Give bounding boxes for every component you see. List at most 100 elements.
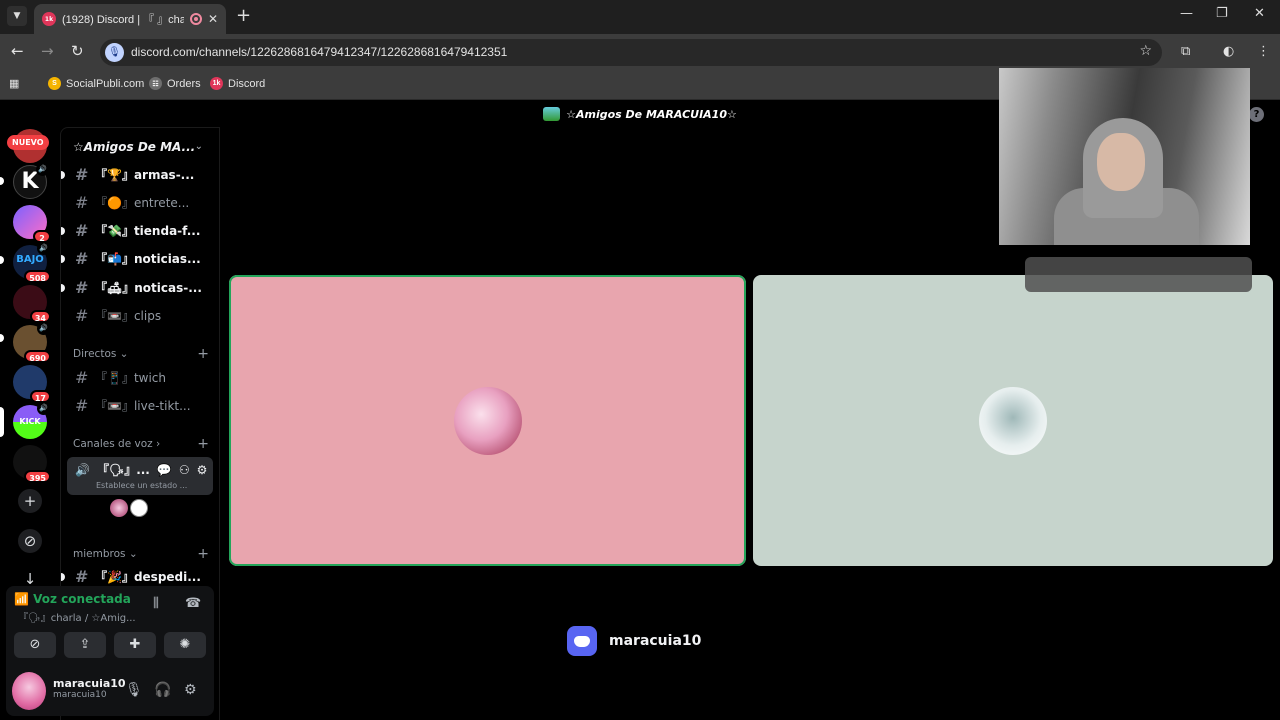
channel-noticias[interactable]: # 『📬』noticias... [61,246,215,270]
channel-twich[interactable]: # 『📱』twich [75,365,215,389]
server-icon-red[interactable]: 34 [13,285,51,323]
profile-icon[interactable]: ◐ [1223,44,1234,59]
add-channel-icon[interactable]: + [197,347,209,361]
discover-compass-icon[interactable]: ⊘ [18,529,42,553]
disconnect-icon[interactable]: ☎ [185,596,201,611]
voice-status-text[interactable]: Establece un estado ... [96,481,187,490]
server-icon-game[interactable]: 17 [13,365,51,403]
participant-tile[interactable] [753,275,1273,566]
channel-clips[interactable]: # 『📼』clips [75,303,215,327]
webcam-person-face [1097,133,1145,191]
restore-window-icon[interactable]: ❐ [1216,6,1228,21]
close-window-icon[interactable]: ✕ [1254,6,1265,21]
chat-icon[interactable]: 💬 [157,463,172,477]
category-directos[interactable]: Directos ⌄ + [73,347,209,361]
apps-grid-icon[interactable]: ▦ [9,77,19,90]
user-avatar[interactable] [12,672,46,710]
unread-indicator [61,171,65,179]
recording-indicator-icon [189,13,202,25]
chevron-down-icon[interactable]: ⌄ [195,141,203,152]
hash-icon: # [75,277,89,297]
bookmark-orders[interactable]: ☷ Orders [149,77,201,90]
username[interactable]: maracuia10 [53,677,126,690]
hash-icon: # [75,248,89,268]
voice-location[interactable]: 『🗣』charla / ☆Amig... [18,609,136,624]
mention-badge: 690 [24,350,51,363]
add-channel-icon[interactable]: + [197,547,209,561]
channel-label: 『🟠』entrete... [95,195,190,210]
stream-info: maracuia10 [567,626,701,656]
back-arrow-icon[interactable]: ← [11,42,24,60]
settings-gear-icon[interactable]: ⚙ [197,463,208,477]
new-badge: NUEVO [7,135,49,150]
share-screen-button[interactable]: ⇪ [64,632,106,658]
add-channel-icon[interactable]: + [197,437,209,451]
invite-icon[interactable]: ⚇ [179,463,190,477]
channel-live-tiktok[interactable]: # 『📼』live-tikt... [75,393,215,417]
channel-noticas[interactable]: # 『🛋』noticas-... [61,275,215,299]
stream-overlay-bar [1025,257,1252,292]
server-icon-twitch-kick[interactable]: KICK 🔊 [13,402,50,439]
user-settings-gear-icon[interactable]: ⚙ [184,682,197,698]
microphone-in-use-icon[interactable]: 🎙 [105,43,124,62]
address-bar[interactable]: 🎙 discord.com/channels/12262868164794123… [100,39,1162,66]
hash-icon: # [75,164,89,184]
tab-search-dropdown-icon[interactable]: ▼ [7,6,27,26]
activities-button[interactable]: ✚ [114,632,156,658]
mention-badge: 34 [29,310,51,323]
camera-off-button[interactable]: ⊘ [14,632,56,658]
microphone-icon[interactable]: 🎙 [125,682,143,698]
help-icon[interactable]: ? [1249,107,1264,122]
bookmark-star-icon[interactable]: ☆ [1139,43,1152,59]
browser-tab-bar: ▼ 1k (1928) Discord | 『 』charla ✕ + — ❐ … [0,0,1280,34]
server-icon-photo[interactable]: 🔊 690 [13,322,51,363]
hash-icon: # [75,367,89,387]
minimize-window-icon[interactable]: — [1180,6,1193,21]
signal-icon: 📶 [14,592,29,606]
channel-entretenimiento[interactable]: # 『🟠』entrete... [75,190,215,214]
discord-favicon-icon: 1k [42,12,56,26]
avatar[interactable] [110,499,128,517]
close-tab-icon[interactable]: ✕ [208,12,218,26]
streamer-name: maracuia10 [609,633,702,649]
category-miembros[interactable]: miembros ⌄ + [73,547,209,561]
voice-channel-charla[interactable]: 🔊 『🗣』... 💬 ⚇ ⚙ Establece un estado ... [67,457,213,495]
forward-arrow-icon[interactable]: → [41,42,54,60]
new-tab-icon[interactable]: + [236,6,251,26]
channel-armas[interactable]: # 『🏆』armas-... [61,162,215,186]
avatar [453,386,522,455]
noise-suppression-icon[interactable]: ⫼ [153,596,159,611]
server-icon-dark[interactable]: 395 [13,445,51,483]
reload-icon[interactable]: ↻ [71,42,84,60]
unread-indicator [61,227,65,235]
voice-connected-status[interactable]: 📶 Voz conectada [14,592,131,606]
speaker-icon: 🔊 [36,163,49,176]
category-voice[interactable]: Canales de voz › + [73,437,209,451]
bookmark-socialpubli[interactable]: S SocialPubli.com [48,77,144,90]
soundboard-button[interactable]: ✺ [164,632,206,658]
bookmark-discord[interactable]: 1k Discord [210,77,265,90]
hash-icon: # [75,395,89,415]
channel-tienda[interactable]: # 『💸』tienda-f... [61,218,215,242]
participant-tile-speaking[interactable] [229,275,746,566]
speaker-icon: 🔊 [37,322,50,335]
avatar[interactable] [130,499,148,517]
user-tag: maracuia10 [53,690,107,700]
voice-channel-users [110,499,148,517]
speaker-icon: 🔊 [37,402,50,415]
channel-despedidas[interactable]: # 『🎉』despedi... [61,564,215,588]
server-icon-2[interactable]: 2 [13,205,51,243]
speaker-icon: 🔊 [75,462,90,477]
bookmark-label: Orders [167,77,201,90]
server-icon-bajo[interactable]: BAJO 🔊 508 [13,242,51,283]
add-server-icon[interactable]: + [18,489,42,513]
server-icon-k[interactable]: K 🔊 [13,163,49,199]
category-label: miembros [73,548,126,560]
headphones-icon[interactable]: 🎧 [154,682,171,698]
browser-tab-discord[interactable]: 1k (1928) Discord | 『 』charla ✕ [34,4,226,34]
server-name[interactable]: ☆Amigos De MA... [73,140,195,154]
browser-menu-icon[interactable]: ⋮ [1257,44,1270,59]
unread-pill [0,177,4,185]
extensions-icon[interactable]: ⧉ [1181,44,1190,59]
channel-label: 『💸』tienda-f... [95,223,201,238]
